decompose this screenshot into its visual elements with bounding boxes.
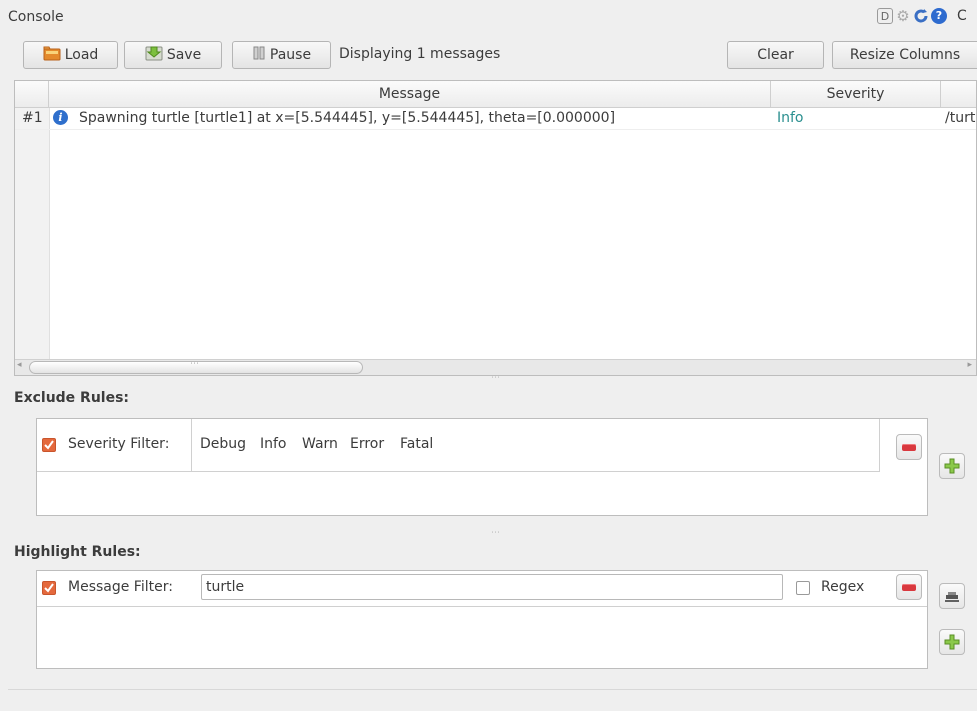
severity-debug[interactable]: Debug — [200, 436, 246, 452]
bottom-divider — [8, 689, 977, 690]
highlight-rules-label: Highlight Rules: — [14, 544, 141, 560]
close-label-cut[interactable]: C — [957, 8, 967, 24]
minus-icon — [902, 443, 916, 451]
column-header-node[interactable] — [941, 81, 976, 107]
highlight-all-button[interactable] — [939, 583, 965, 609]
exclude-rules-label: Exclude Rules: — [14, 390, 130, 406]
resize-columns-label: Resize Columns — [849, 47, 961, 63]
minus-icon — [902, 583, 916, 591]
severity-filter-rule: Severity Filter: Debug Info Warn Error F… — [37, 419, 880, 472]
clear-button[interactable]: Clear — [727, 41, 824, 69]
column-header-severity[interactable]: Severity — [771, 81, 941, 107]
corner-icons: D ⚙ ? C — [877, 8, 967, 24]
regex-checkbox[interactable] — [796, 581, 810, 595]
add-exclude-rule-button[interactable] — [939, 453, 965, 479]
d-icon[interactable]: D — [877, 8, 893, 24]
highlighter-icon — [945, 592, 959, 602]
splitter-handle-middle[interactable]: ⋯ — [491, 528, 501, 538]
row-message: Spawning turtle [turtle1] at x=[5.544445… — [79, 110, 616, 126]
message-filter-label: Message Filter: — [68, 579, 173, 595]
pause-label: Pause — [269, 47, 312, 63]
table-header: Message Severity — [15, 81, 976, 108]
resize-columns-button[interactable]: Resize Columns — [832, 41, 977, 69]
plus-icon — [944, 458, 960, 474]
severity-list[interactable]: Debug Info Warn Error Fatal — [191, 419, 877, 471]
window-title: Console — [8, 9, 64, 25]
help-icon[interactable]: ? — [931, 8, 947, 24]
folder-icon — [43, 45, 61, 65]
info-icon: i — [53, 110, 68, 125]
column-header-message[interactable]: Message — [49, 81, 771, 107]
load-button[interactable]: Load — [23, 41, 118, 69]
exclude-rules-box: Severity Filter: Debug Info Warn Error F… — [36, 418, 928, 516]
message-table[interactable]: Message Severity #1 i Spawning turtle [t… — [14, 80, 977, 376]
gear-icon[interactable]: ⚙ — [895, 8, 911, 24]
severity-filter-label: Severity Filter: — [68, 436, 170, 452]
highlight-rules-box: Message Filter: turtle Regex — [36, 570, 928, 669]
remove-exclude-rule-button[interactable] — [896, 434, 922, 460]
status-text: Displaying 1 messages — [339, 46, 501, 62]
save-button[interactable]: Save — [124, 41, 222, 69]
severity-fatal[interactable]: Fatal — [400, 436, 433, 452]
severity-error[interactable]: Error — [350, 436, 384, 452]
row-index: #1 — [22, 110, 43, 126]
severity-info[interactable]: Info — [260, 436, 287, 452]
table-row[interactable]: #1 i Spawning turtle [turtle1] at x=[5.5… — [15, 107, 976, 130]
save-icon — [145, 45, 163, 65]
message-filter-rule: Message Filter: turtle Regex — [37, 571, 927, 607]
corner-header — [15, 81, 49, 107]
pause-button[interactable]: Pause — [232, 41, 331, 69]
severity-warn[interactable]: Warn — [302, 436, 338, 452]
row-severity: Info — [777, 110, 804, 126]
grip-dots: ⋯ — [190, 359, 199, 369]
scroll-left-arrow[interactable]: ◂ — [17, 360, 22, 370]
load-label: Load — [64, 47, 99, 63]
message-filter-value: turtle — [206, 579, 245, 595]
message-filter-checkbox[interactable] — [42, 581, 56, 595]
reload-icon[interactable] — [913, 8, 929, 24]
add-highlight-rule-button[interactable] — [939, 629, 965, 655]
remove-highlight-rule-button[interactable] — [896, 574, 922, 600]
pause-icon — [252, 46, 266, 64]
plus-icon — [944, 634, 960, 650]
message-filter-input[interactable]: turtle — [201, 574, 783, 600]
severity-filter-checkbox[interactable] — [42, 438, 56, 452]
row-node: /turt — [945, 110, 976, 126]
clear-label: Clear — [757, 47, 794, 63]
scrollbar-thumb[interactable]: ⋯ — [29, 359, 363, 374]
save-label: Save — [166, 47, 202, 63]
regex-label: Regex — [821, 579, 865, 595]
splitter-handle-top[interactable]: ⋯ — [491, 373, 501, 383]
scroll-right-arrow[interactable]: ▸ — [967, 360, 972, 370]
